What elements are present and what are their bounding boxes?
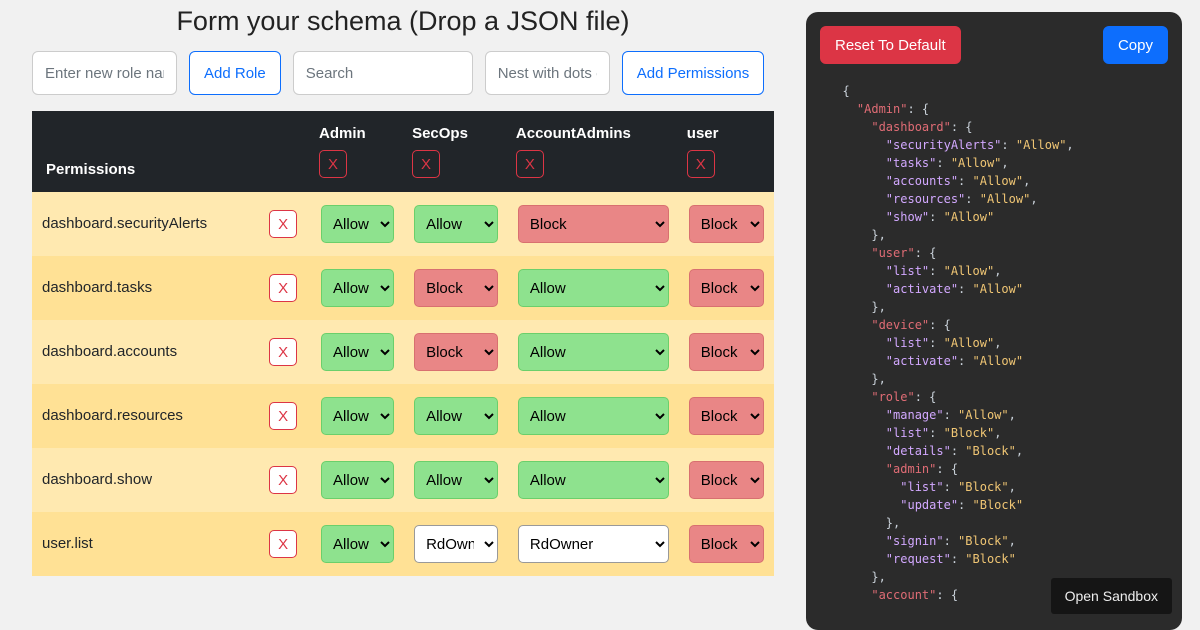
permissions-table: Permissions Admin X SecOps X [32, 111, 774, 576]
delete-role-secops-button[interactable]: X [412, 150, 440, 178]
delete-permission-button[interactable]: X [269, 274, 297, 302]
table-row: dashboard.tasks X Allow Block Allow Block [32, 256, 774, 320]
permission-select[interactable]: RdOwner [414, 525, 498, 563]
permission-select[interactable]: Allow [518, 461, 669, 499]
permission-name: user.list [42, 535, 93, 552]
permission-select[interactable]: Allow [321, 461, 394, 499]
permission-select[interactable]: Allow [321, 525, 394, 563]
permission-select[interactable]: Allow [518, 333, 669, 371]
delete-role-accountadmins-button[interactable]: X [516, 150, 544, 178]
permission-name: dashboard.show [42, 471, 152, 488]
page-title: Form your schema (Drop a JSON file) [32, 6, 774, 37]
permission-select[interactable]: Allow [414, 397, 498, 435]
table-row: dashboard.accounts X Allow Block Allow Block [32, 320, 774, 384]
permission-select[interactable]: Block [689, 269, 764, 307]
permission-select[interactable]: Allow [321, 205, 394, 243]
permission-select[interactable]: Block [518, 205, 669, 243]
permission-select[interactable]: Allow [518, 269, 669, 307]
permission-select[interactable]: Block [689, 525, 764, 563]
table-row: dashboard.securityAlerts X Allow Allow Block… [32, 192, 774, 256]
delete-role-admin-button[interactable]: X [319, 150, 347, 178]
table-row: dashboard.resources X Allow Allow Allow Block [32, 384, 774, 448]
delete-permission-button[interactable]: X [269, 338, 297, 366]
permission-path-input[interactable] [485, 51, 610, 95]
permission-select[interactable]: Allow [321, 333, 394, 371]
permission-select[interactable]: Block [414, 269, 498, 307]
role-header-admin: Admin [319, 125, 366, 142]
open-sandbox-button[interactable]: Open Sandbox [1051, 578, 1172, 614]
role-header-secops: SecOps [412, 125, 468, 142]
permission-select[interactable]: Allow [414, 461, 498, 499]
permission-name: dashboard.tasks [42, 279, 152, 296]
delete-permission-button[interactable]: X [269, 210, 297, 238]
permission-select[interactable]: Block [689, 333, 764, 371]
json-output-panel: Reset To Default Copy { "Admin": { "dash… [806, 12, 1182, 630]
copy-button[interactable]: Copy [1103, 26, 1168, 64]
role-header-user: user [687, 125, 719, 142]
role-name-input[interactable] [32, 51, 177, 95]
role-header-accountadmins: AccountAdmins [516, 125, 631, 142]
permission-name: dashboard.accounts [42, 343, 177, 360]
permission-select[interactable]: Block [689, 205, 764, 243]
permissions-header: Permissions [32, 111, 259, 192]
delete-permission-button[interactable]: X [269, 530, 297, 558]
permission-select[interactable]: Block [414, 333, 498, 371]
permission-select[interactable]: RdOwner [518, 525, 669, 563]
permission-select[interactable]: Block [689, 461, 764, 499]
permission-name: dashboard.securityAlerts [42, 215, 207, 232]
search-input[interactable] [293, 51, 473, 95]
delete-permission-button[interactable]: X [269, 466, 297, 494]
table-row: dashboard.show X Allow Allow Allow Block [32, 448, 774, 512]
permission-select[interactable]: Block [689, 397, 764, 435]
permission-select[interactable]: Allow [321, 397, 394, 435]
delete-role-user-button[interactable]: X [687, 150, 715, 178]
delete-permission-button[interactable]: X [269, 402, 297, 430]
permission-select[interactable]: Allow [518, 397, 669, 435]
table-row: user.list X Allow RdOwner RdOwner Block [32, 512, 774, 576]
toolbar: Add Role Add Permissions [32, 51, 774, 95]
reset-button[interactable]: Reset To Default [820, 26, 961, 64]
add-role-button[interactable]: Add Role [189, 51, 281, 95]
permission-select[interactable]: Allow [321, 269, 394, 307]
permission-name: dashboard.resources [42, 407, 183, 424]
permission-select[interactable]: Allow [414, 205, 498, 243]
json-code-block: { "Admin": { "dashboard": { "securityAle… [820, 82, 1168, 604]
add-permissions-button[interactable]: Add Permissions [622, 51, 765, 95]
